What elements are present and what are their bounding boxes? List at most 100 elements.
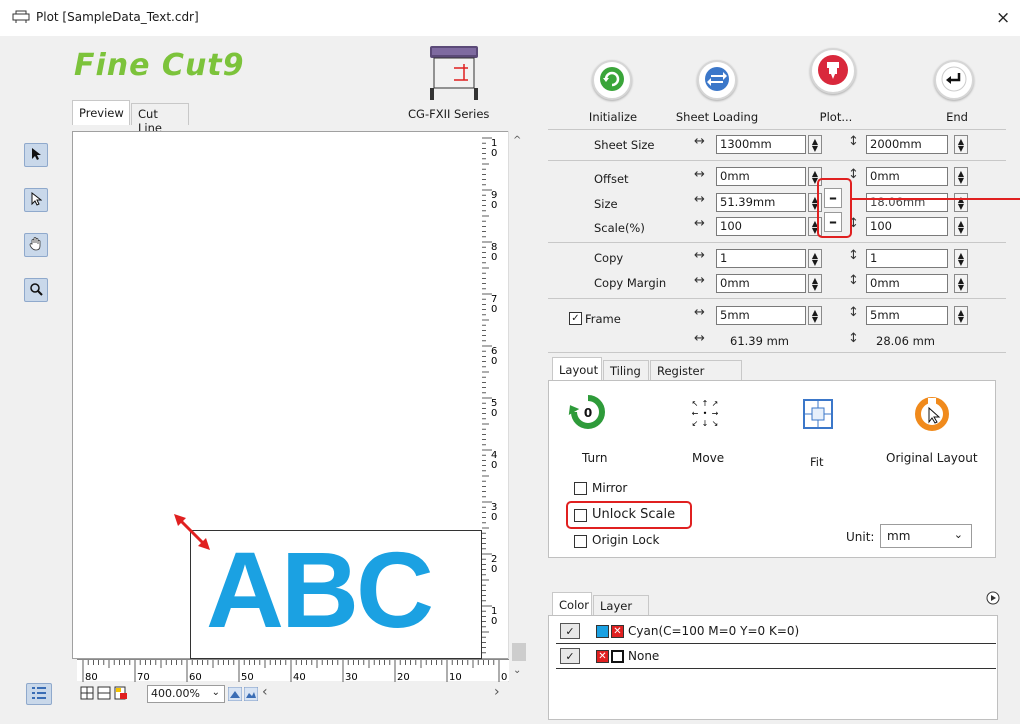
vertical-ruler: 109080706050403020100 <box>482 134 506 669</box>
vertical-arrow-icon: ↕ <box>848 273 859 288</box>
close-button[interactable]: × <box>996 8 1010 28</box>
zoom-in-icon[interactable] <box>227 686 243 704</box>
zoom-out-icon[interactable] <box>243 686 259 704</box>
frame-checkbox[interactable]: ✓ <box>569 311 582 325</box>
select-arrow-icon <box>30 147 42 164</box>
scroll-right-icon[interactable]: › <box>494 684 500 700</box>
visible-checkbox[interactable]: ✓ <box>560 623 580 639</box>
sheet-size-h-input[interactable]: 1300mm <box>716 135 806 154</box>
original-layout-button[interactable] <box>914 396 950 435</box>
fit-page-icon[interactable] <box>80 686 94 703</box>
fit-object-icon[interactable] <box>114 686 128 703</box>
end-button[interactable] <box>934 60 974 100</box>
color-row-none[interactable]: ✓ ✕ None <box>556 645 996 669</box>
node-tool-button[interactable] <box>24 188 48 212</box>
zoom-select[interactable]: 400.00% ⌄ <box>147 685 225 703</box>
ruler-label: 40 <box>293 672 306 682</box>
select-tool-button[interactable] <box>24 143 48 167</box>
move-button[interactable]: ↖ ↑ ↗ ← • → ↙ ↓ ↘ <box>690 398 720 431</box>
sheet-loading-button[interactable] <box>697 60 737 100</box>
copy-margin-v-spinner[interactable]: ▲ ▼ <box>954 274 968 293</box>
window-title: Plot [SampleData_Text.cdr] <box>36 10 199 24</box>
preview-bottom-bar <box>72 682 528 706</box>
sheet-size-v-spinner[interactable]: ▲ ▼ <box>954 135 968 154</box>
unit-select[interactable]: mm ⌄ <box>880 524 972 548</box>
turn-button[interactable]: 0 <box>568 392 608 435</box>
tab-tiling[interactable]: Tiling <box>603 360 649 381</box>
copy-margin-v-input[interactable]: 0mm <box>866 274 948 293</box>
unit-label: Unit: <box>846 530 875 544</box>
copy-v-spinner[interactable]: ▲ ▼ <box>954 249 968 268</box>
visible-checkbox[interactable]: ✓ <box>560 648 580 664</box>
initialize-button[interactable] <box>592 60 632 100</box>
unlock-scale-checkbox[interactable] <box>574 508 587 522</box>
tab-layer[interactable]: Layer <box>593 595 649 616</box>
size-h-input[interactable]: 51.39mm <box>716 193 806 212</box>
plot-button[interactable] <box>810 48 856 94</box>
frame-label: Frame <box>585 312 621 326</box>
horizontal-arrow-icon: ↔ <box>694 216 705 231</box>
ruler-label: 0 <box>501 672 507 682</box>
zoom-tool-button[interactable] <box>24 278 48 302</box>
list-view-button[interactable] <box>26 683 52 705</box>
horizontal-arrow-icon: ↔ <box>694 134 705 149</box>
frame-v-spinner[interactable]: ▲ ▼ <box>954 306 968 325</box>
scale-v-input[interactable]: 100 <box>866 217 948 236</box>
ruler-label: 0 <box>491 304 497 315</box>
size-v-spinner[interactable]: ▲▼ <box>954 193 968 212</box>
mirror-checkbox[interactable] <box>574 481 587 495</box>
tab-color[interactable]: Color <box>552 592 592 616</box>
ruler-label: 20 <box>397 672 410 682</box>
scale-v-spinner[interactable]: ▲ ▼ <box>954 217 968 236</box>
offset-v-input[interactable]: 0mm <box>866 167 948 186</box>
color-name: Cyan(C=100 M=0 Y=0 K=0) <box>628 624 800 638</box>
copy-margin-h-spinner[interactable]: ▲ ▼ <box>808 274 822 293</box>
hand-tool-button[interactable] <box>24 233 48 257</box>
tab-preview[interactable]: Preview <box>72 100 130 125</box>
sheet-size-v-input[interactable]: 2000mm <box>866 135 948 154</box>
ruler-label: 10 <box>449 672 462 682</box>
ruler-label: 60 <box>189 672 202 682</box>
frame-h-input[interactable]: 5mm <box>716 306 806 325</box>
copy-h-input[interactable]: 1 <box>716 249 806 268</box>
tab-layout[interactable]: Layout <box>552 357 602 381</box>
offset-h-input[interactable]: 0mm <box>716 167 806 186</box>
scale-h-input[interactable]: 100 <box>716 217 806 236</box>
sheet-size-h-spinner[interactable]: ▲ ▼ <box>808 135 822 154</box>
frame-v-input[interactable]: 5mm <box>866 306 948 325</box>
fit-icon <box>802 399 834 433</box>
copy-h-spinner[interactable]: ▲ ▼ <box>808 249 822 268</box>
settings-divider-1 <box>548 160 1006 161</box>
end-label: End <box>946 110 968 124</box>
origin-lock-checkbox[interactable] <box>574 534 587 548</box>
tab-cut-line[interactable]: Cut Line <box>131 103 189 135</box>
ruler-label: 50 <box>241 672 254 682</box>
color-row-cyan[interactable]: ✓ ✕ Cyan(C=100 M=0 Y=0 K=0) <box>556 620 996 644</box>
checkmark-icon: ✓ <box>569 312 582 325</box>
fit-width-icon[interactable] <box>97 686 111 703</box>
sheet-loading-icon <box>704 66 730 95</box>
offset-v-spinner[interactable]: ▲ ▼ <box>954 167 968 186</box>
vertical-scrollbar[interactable]: ^ ⌄ <box>508 131 528 682</box>
chevron-down-icon: ⌄ <box>953 528 963 541</box>
size-v-input[interactable]: 18.06mm <box>866 193 948 212</box>
svg-text:↗: ↗ <box>712 399 719 408</box>
plot-label: Plot... <box>819 110 853 124</box>
node-arrow-icon <box>30 191 43 209</box>
copy-margin-h-input[interactable]: 0mm <box>716 274 806 293</box>
scroll-thumb[interactable] <box>512 643 526 661</box>
offset-label: Offset <box>594 172 629 186</box>
panel-menu-icon[interactable] <box>986 591 1000 608</box>
ruler-label: 0 <box>491 356 497 367</box>
fit-button[interactable] <box>802 398 834 433</box>
scroll-left-icon[interactable]: ‹ <box>262 684 268 700</box>
settings-divider-4 <box>548 352 1006 353</box>
title-bar: Plot [SampleData_Text.cdr] × <box>0 0 1020 36</box>
copy-v-input[interactable]: 1 <box>866 249 948 268</box>
scroll-down-icon[interactable]: ⌄ <box>513 665 521 676</box>
tab-register-mark[interactable]: Register Mark <box>650 360 742 392</box>
frame-h-spinner[interactable]: ▲ ▼ <box>808 306 822 325</box>
ruler-label: 0 <box>491 564 497 575</box>
horizontal-arrow-icon: ↔ <box>694 331 705 346</box>
scroll-up-icon[interactable]: ^ <box>513 135 521 146</box>
